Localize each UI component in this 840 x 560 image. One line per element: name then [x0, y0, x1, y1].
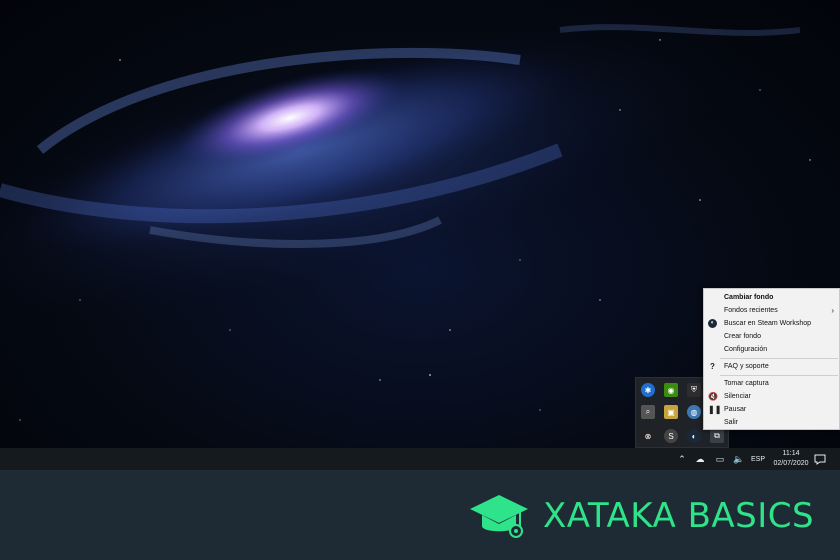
menu-item-faq-soporte[interactable]: ? FAQ y soporte: [704, 360, 840, 373]
menu-item-tomar-captura[interactable]: Tomar captura: [704, 377, 840, 390]
menu-item-configuracion[interactable]: Configuración: [704, 343, 840, 356]
menu-item-label: Pausar: [724, 406, 747, 413]
clock[interactable]: 11:14 02/07/2020: [772, 449, 810, 469]
menu-item-label: Configuración: [724, 346, 768, 353]
bluetooth-icon[interactable]: ✱: [641, 383, 655, 397]
menu-item-label: Silenciar: [724, 393, 751, 400]
menu-item-pausar[interactable]: ❚❚ Pausar: [704, 403, 840, 416]
menu-item-salir[interactable]: Salir: [704, 416, 840, 429]
clock-date: 02/07/2020: [773, 460, 809, 467]
menu-item-label: Cambiar fondo: [724, 294, 774, 301]
security-shield-icon[interactable]: ⛨: [687, 383, 701, 397]
menu-separator: [720, 375, 838, 376]
steam-icon[interactable]: ◐: [687, 429, 701, 443]
context-menu: Cambiar fondo Fondos recientes › ◐ Busca…: [703, 288, 840, 430]
wallpaper-engine-icon[interactable]: ⧉: [710, 429, 724, 443]
menu-item-label: Tomar captura: [724, 380, 769, 387]
onedrive-icon[interactable]: ☁: [692, 448, 708, 470]
graduation-cap-icon: [468, 493, 530, 541]
menu-item-crear-fondo[interactable]: Crear fondo: [704, 330, 840, 343]
menu-item-label: Crear fondo: [724, 333, 761, 340]
menu-item-label: Fondos recientes: [724, 307, 778, 314]
menu-item-buscar-steam-workshop[interactable]: ◐ Buscar en Steam Workshop: [704, 317, 840, 330]
menu-item-cambiar-fondo[interactable]: Cambiar fondo: [704, 291, 840, 304]
app-icon-window[interactable]: ▣: [664, 405, 678, 419]
notification-center-icon[interactable]: [812, 451, 828, 467]
menu-item-label: Salir: [724, 419, 739, 426]
steam-icon: ◐: [708, 319, 717, 328]
clock-time: 11:14: [782, 450, 800, 457]
menu-item-label: Buscar en Steam Workshop: [724, 320, 812, 327]
menu-separator: [720, 358, 838, 359]
menu-item-silenciar[interactable]: 🔇 Silenciar: [704, 390, 840, 403]
taskbar: ⌃ ☁ ▭ 🔈 ESP 11:14 02/07/2020: [0, 448, 840, 470]
skype-icon[interactable]: S: [664, 429, 678, 443]
chevron-right-icon: ›: [831, 306, 834, 315]
menu-item-label: FAQ y soporte: [724, 363, 769, 370]
brand-wordmark: XATAKA BASICS: [543, 496, 815, 536]
app-icon-gray[interactable]: ⌕: [641, 405, 655, 419]
volume-icon[interactable]: 🔈: [731, 448, 747, 470]
mute-icon: 🔇: [708, 392, 718, 401]
pause-icon: ❚❚: [708, 405, 722, 414]
globe-app-icon[interactable]: ◍: [687, 405, 701, 419]
menu-item-fondos-recientes[interactable]: Fondos recientes ›: [704, 304, 840, 317]
question-icon: ?: [710, 362, 715, 371]
network-icon[interactable]: ▭: [712, 448, 728, 470]
language-indicator[interactable]: ESP: [748, 448, 768, 470]
nvidia-icon[interactable]: ◉: [664, 383, 678, 397]
xbox-icon[interactable]: ⊗: [641, 429, 655, 443]
chevron-up-icon[interactable]: ⌃: [675, 448, 689, 470]
